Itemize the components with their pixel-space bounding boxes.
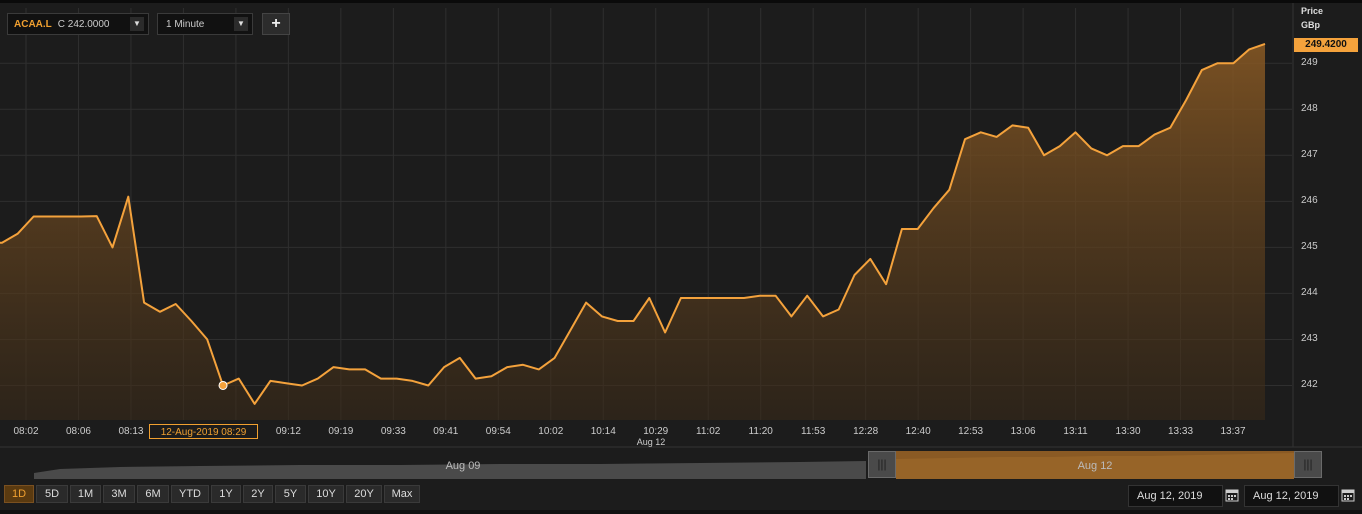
x-tick-label: 13:30 [1115,426,1141,437]
symbol-selector[interactable]: ACAA.L C 242.0000 ▼ [7,13,149,35]
navigator-handle-left[interactable]: ||| [868,451,896,478]
calendar-icon[interactable] [1225,488,1239,502]
y-tick-label: 243 [1301,333,1318,345]
range-button-1y[interactable]: 1Y [211,485,241,503]
x-tick-label: 09:41 [433,426,459,437]
x-tick-label: 13:37 [1220,426,1246,437]
x-tick-label: 08:13 [118,426,144,437]
x-tick-label: 13:33 [1168,426,1194,437]
x-tick-label: 12:53 [958,426,984,437]
chevron-down-icon[interactable]: ▼ [130,17,144,31]
date-to-field[interactable]: Aug 12, 2019 [1244,485,1339,507]
x-tick-label: 09:12 [275,426,301,437]
x-axis-date-label: Aug 12 [636,437,666,447]
crosshair-date-label: 12-Aug-2019 08:29 [149,424,258,439]
x-tick-label: 10:02 [538,426,564,437]
chart-window: ACAA.L C 242.0000 ▼ 1 Minute ▼ + Price G… [0,0,1362,514]
x-tick-label: 08:06 [65,426,91,437]
x-tick-label: 12:28 [853,426,879,437]
last-price-badge: 249.4200 [1294,38,1358,52]
interval-selector[interactable]: 1 Minute ▼ [157,13,253,35]
x-tick-label: 13:11 [1063,426,1088,437]
y-tick-label: 247 [1301,149,1318,161]
range-button-1d[interactable]: 1D [4,485,34,503]
range-button-1m[interactable]: 1M [70,485,101,503]
x-tick-label: 11:02 [696,426,721,437]
add-study-button[interactable]: + [262,13,290,35]
y-tick-label: 242 [1301,379,1318,391]
range-button-max[interactable]: Max [384,485,420,503]
x-tick-label: 10:29 [643,426,669,437]
axis-title-unit: GBp [1301,20,1320,30]
x-tick-label: 12:40 [905,426,931,437]
crosshair-point [218,380,228,390]
range-button-3m[interactable]: 3M [103,485,135,503]
y-tick-label: 246 [1301,195,1318,207]
navigator-label-right: Aug 12 [1077,460,1113,472]
y-tick-label: 244 [1301,287,1318,299]
interval-label: 1 Minute [166,18,205,30]
navigator-label-left: Aug 09 [445,460,481,472]
range-button-20y[interactable]: 20Y [346,485,382,503]
x-tick-label: 08:02 [13,426,39,437]
range-button-5y[interactable]: 5Y [275,485,306,503]
y-tick-label: 245 [1301,241,1318,253]
navigator-handle-right[interactable]: ||| [1294,451,1322,478]
range-navigator[interactable] [0,449,1362,481]
markers [218,380,228,390]
chevron-down-icon[interactable]: ▼ [234,17,248,31]
date-from-field[interactable]: Aug 12, 2019 [1128,485,1223,507]
x-tick-label: 09:54 [485,426,511,437]
x-tick-label: 10:14 [590,426,616,437]
x-tick-label: 09:33 [380,426,406,437]
x-tick-label: 13:06 [1010,426,1036,437]
symbol-ticker: ACAA.L [14,18,52,30]
bottom-border [0,510,1362,514]
x-tick-label: 11:20 [748,426,773,437]
range-button-2y[interactable]: 2Y [243,485,273,503]
range-button-ytd[interactable]: YTD [171,485,209,503]
range-button-10y[interactable]: 10Y [308,485,344,503]
close-value: C 242.0000 [57,18,110,30]
range-button-6m[interactable]: 6M [137,485,169,503]
range-button-5d[interactable]: 5D [36,485,68,503]
y-tick-label: 248 [1301,103,1318,115]
navigator-sparkline [34,451,1294,479]
y-tick-label: 249 [1301,57,1318,69]
x-tick-label: 09:19 [328,426,354,437]
axis-title-price: Price [1301,6,1324,16]
x-tick-label: 11:53 [801,426,826,437]
calendar-icon[interactable] [1341,488,1355,502]
